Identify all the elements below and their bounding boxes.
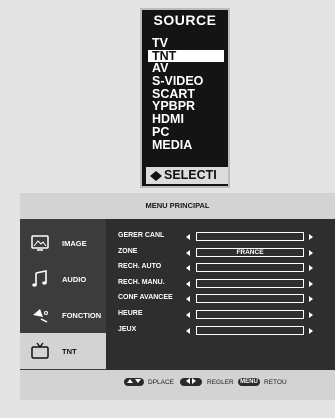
arrow-left-icon[interactable] [186, 311, 190, 318]
menu-row-jeux[interactable]: JEUX [118, 323, 335, 339]
menu-row-value [196, 263, 304, 273]
left-right-key-icon [180, 378, 202, 386]
menu-row-value [196, 278, 304, 288]
source-item-hdmi[interactable]: HDMI [142, 113, 228, 126]
hint-bar: DPLACE REGLER MENU RETOU [20, 376, 335, 390]
menu-row-label: RECH. MANU. [118, 278, 165, 286]
sidebar-item-audio[interactable]: AUDIO [20, 261, 106, 297]
menu-row-zone[interactable]: ZONE FRANCE [118, 245, 335, 261]
arrow-left-icon[interactable] [186, 280, 190, 287]
menu-row-label: ZONE [118, 247, 138, 255]
menu-row-value [196, 232, 304, 241]
arrow-left-icon[interactable] [186, 327, 190, 334]
tv-icon [30, 341, 50, 361]
source-select-hint: SELECTI [146, 167, 228, 184]
sidebar-item-label: IMAGE [62, 239, 87, 248]
source-item-s-video[interactable]: S-VIDEO [142, 75, 228, 88]
sidebar-item-label: AUDIO [62, 275, 87, 284]
back-hint: RETOU [264, 379, 287, 386]
menu-row-label: HEURE [118, 309, 143, 317]
menu-row-label: RECH. AUTO [118, 263, 162, 271]
source-item-pc[interactable]: PC [142, 126, 228, 139]
up-down-key-icon [124, 378, 144, 386]
menu-row-label: GERER CANL [118, 232, 165, 239]
function-icon [30, 305, 50, 325]
sidebar-item-fonction[interactable]: FONCTION [20, 297, 106, 333]
source-menu: SOURCE TV TNT AV S-VIDEO SCART YPBPR HDM… [140, 8, 230, 188]
arrow-right-icon[interactable] [309, 280, 313, 287]
arrow-left-icon[interactable] [186, 234, 190, 240]
main-menu-title: MENU PRINCIPAL [145, 201, 210, 210]
source-menu-title: SOURCE [153, 12, 217, 28]
source-select-label: SELECTI [164, 168, 217, 182]
zone-value: FRANCE [196, 247, 304, 257]
menu-row-value [196, 309, 304, 319]
source-list: TV TNT AV S-VIDEO SCART YPBPR HDMI PC ME… [142, 37, 228, 151]
source-item-tv[interactable]: TV [142, 37, 228, 50]
main-menu-body: IMAGE AUDIO FONCTION TNT GERER CANL ZONE… [20, 219, 335, 370]
image-icon [30, 233, 50, 253]
menu-row-label: CONF AVANCEE [118, 294, 173, 302]
menu-row-rech-manu[interactable]: RECH. MANU. [118, 276, 335, 292]
menu-row-conf-avancee[interactable]: CONF AVANCEE [118, 291, 335, 307]
menu-row-heure[interactable]: HEURE [118, 307, 335, 323]
sidebar-item-image[interactable]: IMAGE [20, 225, 106, 261]
arrow-left-icon[interactable] [186, 296, 190, 303]
source-item-media[interactable]: MEDIA [142, 138, 228, 152]
arrow-left-icon[interactable] [186, 265, 190, 272]
menu-row-gerer-canl[interactable]: GERER CANL [118, 229, 335, 245]
menu-row-value [196, 325, 304, 335]
menu-key-icon: MENU [238, 378, 260, 386]
menu-row-label: JEUX [118, 325, 137, 333]
menu-row-value [196, 294, 304, 304]
sidebar-item-label: FONCTION [62, 311, 102, 320]
adjust-hint: REGLER [207, 379, 234, 386]
arrow-right-icon [156, 170, 162, 181]
move-hint: DPLACE [148, 379, 175, 386]
arrow-right-icon[interactable] [309, 249, 313, 256]
music-note-icon [30, 269, 50, 289]
arrow-left-icon[interactable] [186, 249, 190, 256]
main-menu-options: GERER CANL ZONE FRANCE RECH. AUTO RECH. … [118, 229, 335, 338]
arrow-right-icon[interactable] [309, 296, 313, 303]
menu-row-rech-auto[interactable]: RECH. AUTO [118, 260, 335, 276]
main-menu: MENU PRINCIPAL IMAGE AUDIO FONCTION TNT … [20, 193, 335, 400]
arrow-right-icon[interactable] [309, 311, 313, 318]
arrow-right-icon[interactable] [309, 234, 313, 240]
arrow-right-icon[interactable] [309, 327, 313, 334]
sidebar-item-tnt[interactable]: TNT [20, 333, 106, 369]
sidebar-item-label: TNT [62, 347, 77, 356]
arrow-right-icon[interactable] [309, 265, 313, 272]
main-menu-sidebar: IMAGE AUDIO FONCTION TNT [20, 219, 106, 370]
